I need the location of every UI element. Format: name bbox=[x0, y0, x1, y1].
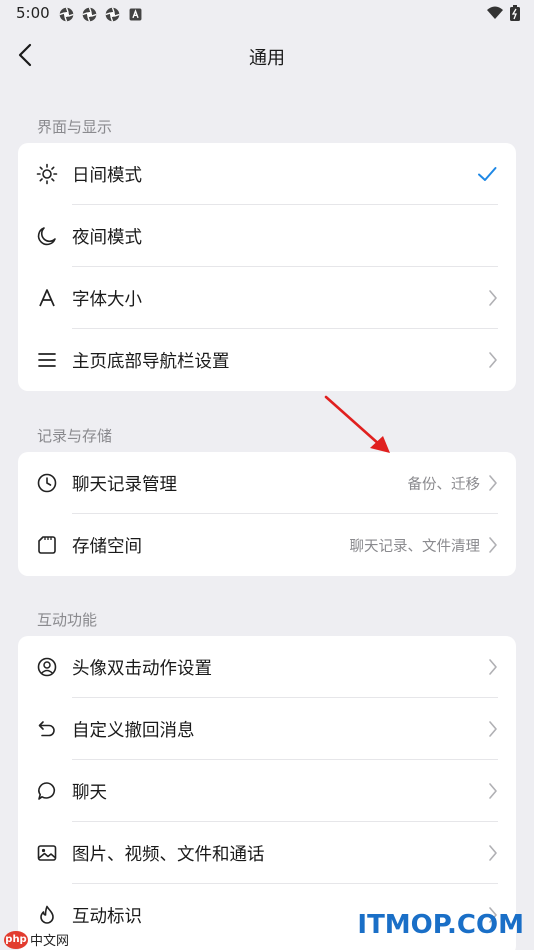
chevron-right-icon bbox=[489, 290, 497, 306]
a-letter-icon bbox=[129, 8, 142, 21]
row-value: 备份、迁移 bbox=[407, 476, 481, 493]
watermark-site-left: 中文网 bbox=[30, 934, 70, 949]
row-label: 字体大小 bbox=[72, 289, 142, 310]
row-label: 聊天记录管理 bbox=[72, 474, 177, 495]
watermark-php: php 中文网 bbox=[4, 930, 69, 949]
card-display: 日间模式 夜间模式 字体大小 主页底部导航栏设置 bbox=[18, 143, 516, 391]
row-label: 主页底部导航栏设置 bbox=[72, 351, 230, 372]
card-storage: 聊天记录管理 备份、迁移 存储空间 聊天记录、文件清理 bbox=[18, 452, 516, 576]
battery-icon bbox=[510, 5, 520, 21]
menu-icon bbox=[36, 349, 58, 371]
flame-icon bbox=[36, 904, 58, 926]
status-right bbox=[486, 5, 520, 21]
chevron-right-icon bbox=[489, 352, 497, 368]
row-night-mode[interactable]: 夜间模式 bbox=[18, 205, 516, 267]
row-label: 图片、视频、文件和通话 bbox=[72, 844, 265, 865]
moon-icon bbox=[36, 225, 58, 247]
app-icon bbox=[105, 7, 120, 22]
storage-icon bbox=[36, 534, 58, 556]
row-font-size[interactable]: 字体大小 bbox=[18, 267, 516, 329]
row-label: 聊天 bbox=[72, 782, 107, 803]
row-media-files-calls[interactable]: 图片、视频、文件和通话 bbox=[18, 822, 516, 884]
chevron-right-icon bbox=[489, 721, 497, 737]
row-label: 互动标识 bbox=[72, 906, 142, 927]
row-label: 日间模式 bbox=[72, 165, 142, 186]
notification-icons bbox=[58, 6, 144, 23]
row-custom-recall[interactable]: 自定义撤回消息 bbox=[18, 698, 516, 760]
chevron-right-icon bbox=[489, 537, 497, 553]
watermark-itmop: ITMOP.COM bbox=[357, 910, 524, 940]
page-title: 通用 bbox=[249, 48, 285, 69]
row-day-mode[interactable]: 日间模式 bbox=[18, 143, 516, 205]
row-label: 存储空间 bbox=[72, 536, 142, 557]
row-chat[interactable]: 聊天 bbox=[18, 760, 516, 822]
wifi-icon bbox=[487, 6, 503, 19]
section-header-storage: 记录与存储 bbox=[37, 427, 113, 445]
avatar-icon bbox=[36, 656, 58, 678]
annotation-arrow-icon bbox=[324, 395, 390, 453]
app-icon bbox=[82, 7, 97, 22]
font-icon bbox=[36, 287, 58, 309]
status-bar: 5:00 bbox=[0, 0, 534, 28]
chevron-right-icon bbox=[489, 783, 497, 799]
row-chat-history-manage[interactable]: 聊天记录管理 备份、迁移 bbox=[18, 452, 516, 514]
row-storage-space[interactable]: 存储空间 聊天记录、文件清理 bbox=[18, 514, 516, 576]
row-value: 聊天记录、文件清理 bbox=[349, 538, 481, 555]
row-bottom-nav-settings[interactable]: 主页底部导航栏设置 bbox=[18, 329, 516, 391]
undo-icon bbox=[36, 718, 58, 740]
section-header-interaction: 互动功能 bbox=[37, 611, 98, 629]
chat-bubble-icon bbox=[36, 780, 58, 802]
clock-icon bbox=[36, 472, 58, 494]
app-icon bbox=[59, 7, 74, 22]
chevron-right-icon bbox=[489, 659, 497, 675]
chevron-right-icon bbox=[489, 475, 497, 491]
checkmark-icon bbox=[478, 167, 497, 181]
row-label: 头像双击动作设置 bbox=[72, 658, 212, 679]
php-logo: php bbox=[4, 930, 28, 949]
chevron-right-icon bbox=[489, 845, 497, 861]
card-interaction: 头像双击动作设置 自定义撤回消息 聊天 图片、视频、文件和通话 互动标识 bbox=[18, 636, 516, 950]
row-label: 自定义撤回消息 bbox=[72, 720, 195, 741]
nav-bar: 通用 bbox=[0, 30, 534, 84]
row-avatar-double-tap[interactable]: 头像双击动作设置 bbox=[18, 636, 516, 698]
image-icon bbox=[36, 842, 58, 864]
sun-icon bbox=[36, 163, 58, 185]
section-header-display: 界面与显示 bbox=[37, 118, 113, 136]
status-time: 5:00 bbox=[16, 4, 50, 22]
row-label: 夜间模式 bbox=[72, 227, 142, 248]
